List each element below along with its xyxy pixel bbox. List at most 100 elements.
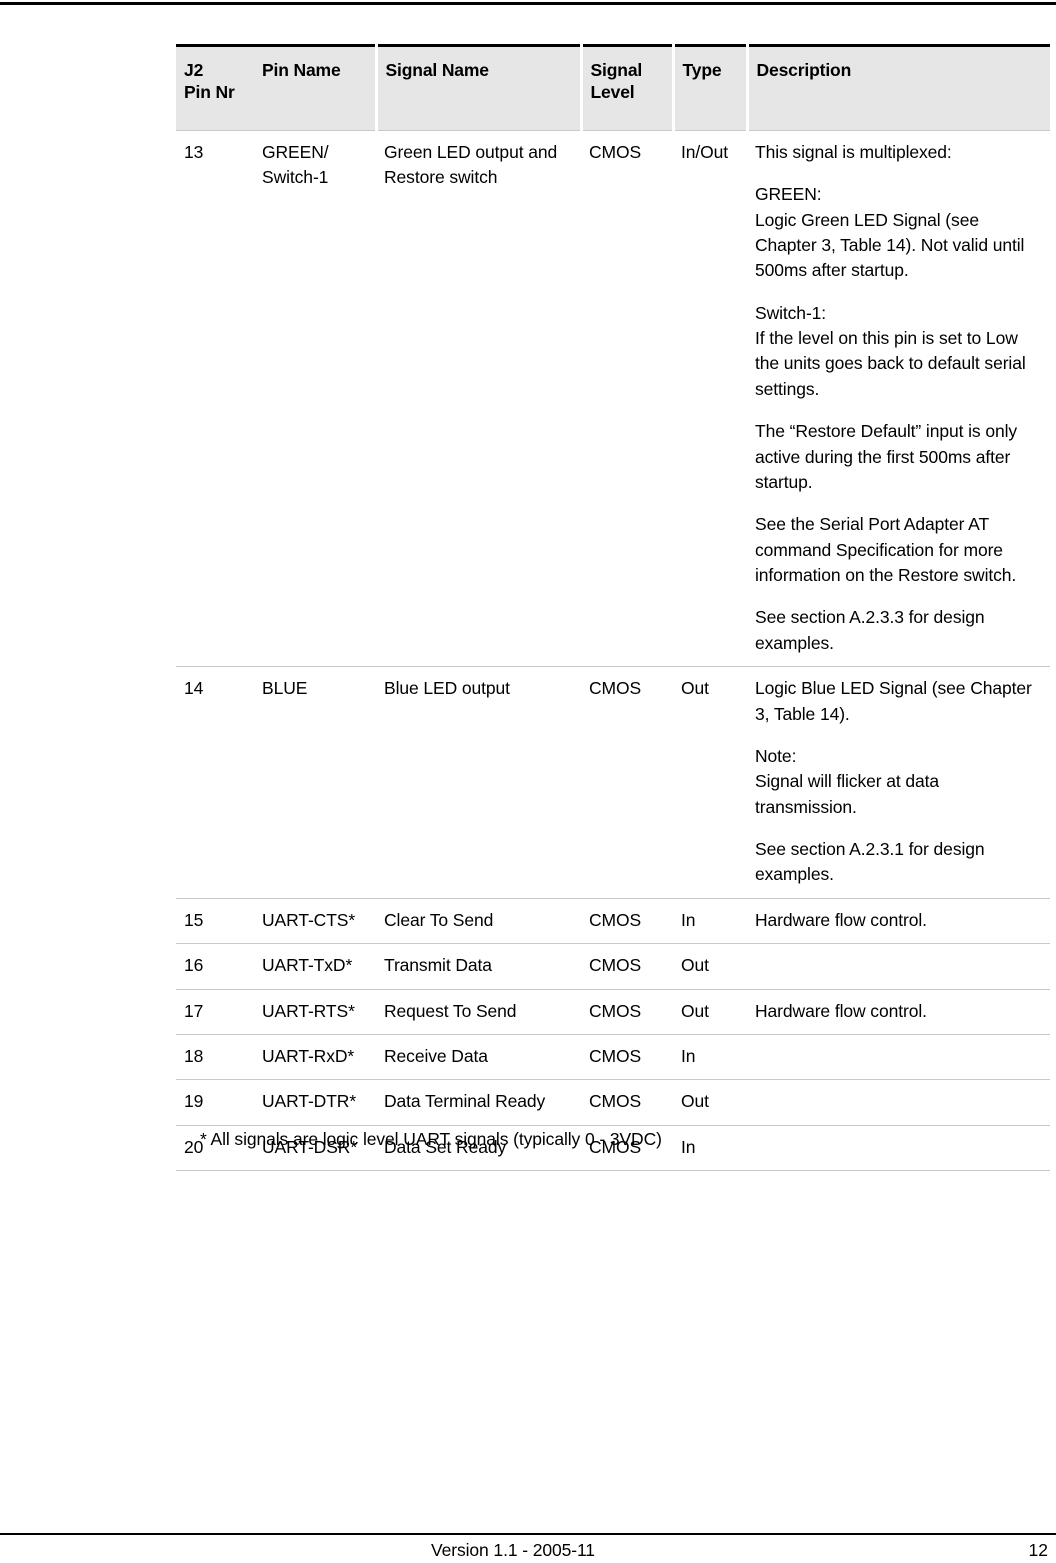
cell-signal-name: Green LED output and Restore switch <box>376 129 581 667</box>
cell-pin-name: UART-RxD* <box>254 1033 376 1080</box>
table-row: 17 UART-RTS* Request To Send CMOS Out Hardwar… <box>176 988 1050 1035</box>
cell-signal-name: Transmit Data <box>376 943 581 990</box>
cell-description: Hardware flow control. <box>747 897 1050 944</box>
description-paragraph: See section A.2.3.3 for design examples. <box>755 607 985 653</box>
cell-signal-name: Receive Data <box>376 1033 581 1080</box>
description-paragraph: See the Serial Port Adapter AT command S… <box>755 514 1017 586</box>
cell-pin-name-line: UART-CTS* <box>262 909 356 930</box>
cell-pin-nr: 13 <box>176 129 254 667</box>
cell-signal-name-line: Green LED output and <box>384 141 558 162</box>
cell-signal-name-line: Request To Send <box>384 1000 517 1021</box>
description-paragraph: GREEN: Logic Green LED Signal (see Chapte… <box>755 184 1025 281</box>
column-header-description-line1: Description <box>756 60 852 80</box>
cell-pin-name-line: UART-RTS* <box>262 1000 355 1021</box>
cell-description: This signal is multiplexed: GREEN: Logic G… <box>747 129 1050 667</box>
page-footer: Version 1.1 - 2005-11 12 <box>0 1540 1056 1563</box>
cell-pin-name: UART-CTS* <box>254 897 376 944</box>
column-header-pin-name-line1: Pin Name <box>262 60 341 80</box>
cell-type: In/Out <box>673 129 747 667</box>
column-header-signal-level: Signal Level <box>581 44 675 131</box>
description-paragraph: See section A.2.3.1 for design examples. <box>755 839 985 885</box>
description-paragraph: The “Restore Default” input is only acti… <box>755 421 1018 492</box>
column-header-signal-level-line1: Signal <box>590 60 643 80</box>
cell-type: Out <box>673 988 747 1035</box>
cell-pin-nr: 18 <box>176 1033 254 1080</box>
column-header-pin-nr: J2 Pin Nr <box>176 44 254 131</box>
cell-description <box>747 1079 1050 1126</box>
cell-pin-name: UART-TxD* <box>254 943 376 990</box>
cell-signal-name: Data Terminal Ready <box>376 1079 581 1126</box>
cell-pin-nr: 14 <box>176 666 254 899</box>
cell-pin-nr: 19 <box>176 1079 254 1126</box>
cell-pin-name: GREEN/Switch-1 <box>254 129 376 667</box>
cell-pin-name: BLUE <box>254 666 376 899</box>
column-header-pin-nr-line2: Pin Nr <box>184 82 235 103</box>
cell-pin-name-line: UART-RxD* <box>262 1045 355 1066</box>
cell-signal-name: Blue LED output <box>376 666 581 899</box>
column-header-signal-name: Signal Name <box>376 44 583 131</box>
cell-description: Logic Blue LED Signal (see Chapter 3, Ta… <box>747 666 1050 899</box>
cell-signal-name: Clear To Send <box>376 897 581 944</box>
cell-description <box>747 943 1050 990</box>
page-header-rule <box>0 2 1056 5</box>
cell-signal-level: CMOS <box>581 943 673 990</box>
table-row: 16 UART-TxD* Transmit Data CMOS Out <box>176 943 1050 990</box>
cell-type: Out <box>673 943 747 990</box>
cell-type: Out <box>673 1079 747 1126</box>
cell-signal-name-line: Clear To Send <box>384 909 494 930</box>
footer-version-label: Version 1.1 - 2005-11 <box>431 1540 595 1560</box>
column-header-description: Description <box>747 44 1050 131</box>
cell-type: In <box>673 1033 747 1080</box>
table-row: 19 UART-DTR* Data Terminal Ready CMOS Out <box>176 1079 1050 1126</box>
cell-pin-name-line: UART-TxD* <box>262 955 353 976</box>
cell-description: Hardware flow control. <box>747 988 1050 1035</box>
column-header-type-line1: Type <box>682 60 722 80</box>
column-header-signal-name-line1: Signal Name <box>385 60 490 80</box>
description-paragraph: Hardware flow control. <box>755 1000 927 1021</box>
cell-pin-name-line: GREEN/ <box>262 141 329 162</box>
description-paragraph: Switch-1: If the level on this pin is set… <box>755 302 1026 399</box>
cell-signal-level: CMOS <box>581 988 673 1035</box>
cell-signal-name-line: Data Terminal Ready <box>384 1091 546 1112</box>
page-footer-rule <box>0 1533 1056 1535</box>
table-header: J2 Pin Nr Pin Name Signal Name Signal Le… <box>176 44 1050 131</box>
table-row: 18 UART-RxD* Receive Data CMOS In <box>176 1033 1050 1080</box>
cell-signal-name-line: Transmit Data <box>384 955 492 976</box>
description-paragraph: Logic Blue LED Signal (see Chapter 3, Ta… <box>755 678 1032 724</box>
cell-signal-name: Request To Send <box>376 988 581 1035</box>
table-row: 13 GREEN/Switch-1 Green LED output and Rest… <box>176 129 1050 667</box>
cell-type: In <box>673 897 747 944</box>
cell-signal-level: CMOS <box>581 1079 673 1126</box>
description-paragraph: Hardware flow control. <box>755 909 927 930</box>
footer-page-number: 12 <box>1028 1540 1048 1560</box>
cell-signal-name-line: Blue LED output <box>384 678 510 699</box>
page-content: J2 Pin Nr Pin Name Signal Name Signal Le… <box>176 44 1050 1172</box>
cell-signal-level: CMOS <box>581 666 673 899</box>
cell-signal-level: CMOS <box>581 129 673 667</box>
table-header-row: J2 Pin Nr Pin Name Signal Name Signal Le… <box>176 44 1050 131</box>
table-row: 14 BLUE Blue LED output CMOS Out Logic Blue L… <box>176 666 1050 899</box>
cell-pin-nr: 17 <box>176 988 254 1035</box>
description-paragraph: This signal is multiplexed: <box>755 141 952 162</box>
cell-pin-nr: 16 <box>176 943 254 990</box>
cell-pin-name-line: Switch-1 <box>262 167 329 188</box>
cell-pin-name-line: UART-DTR* <box>262 1091 357 1112</box>
cell-pin-name: UART-DTR* <box>254 1079 376 1126</box>
cell-pin-name-line: BLUE <box>262 678 308 699</box>
cell-signal-level: CMOS <box>581 1033 673 1080</box>
pin-assignment-table: J2 Pin Nr Pin Name Signal Name Signal Le… <box>176 44 1050 1172</box>
cell-pin-name: UART-RTS* <box>254 988 376 1035</box>
cell-signal-name-line: Restore switch <box>384 167 498 188</box>
cell-type: Out <box>673 666 747 899</box>
table-body: 13 GREEN/Switch-1 Green LED output and Rest… <box>176 129 1050 1172</box>
column-header-pin-name: Pin Name <box>254 44 378 131</box>
column-header-type: Type <box>673 44 749 131</box>
cell-pin-nr: 15 <box>176 897 254 944</box>
description-paragraph: Note: Signal will flicker at data transmi… <box>755 745 940 817</box>
column-header-signal-level-line2: Level <box>590 82 635 103</box>
cell-description <box>747 1033 1050 1080</box>
cell-signal-level: CMOS <box>581 897 673 944</box>
column-header-pin-nr-line1: J2 <box>184 60 204 80</box>
table-footnote: * All signals are logic level UART signa… <box>200 1129 662 1149</box>
table-row: 15 UART-CTS* Clear To Send CMOS In Hardware f… <box>176 897 1050 944</box>
